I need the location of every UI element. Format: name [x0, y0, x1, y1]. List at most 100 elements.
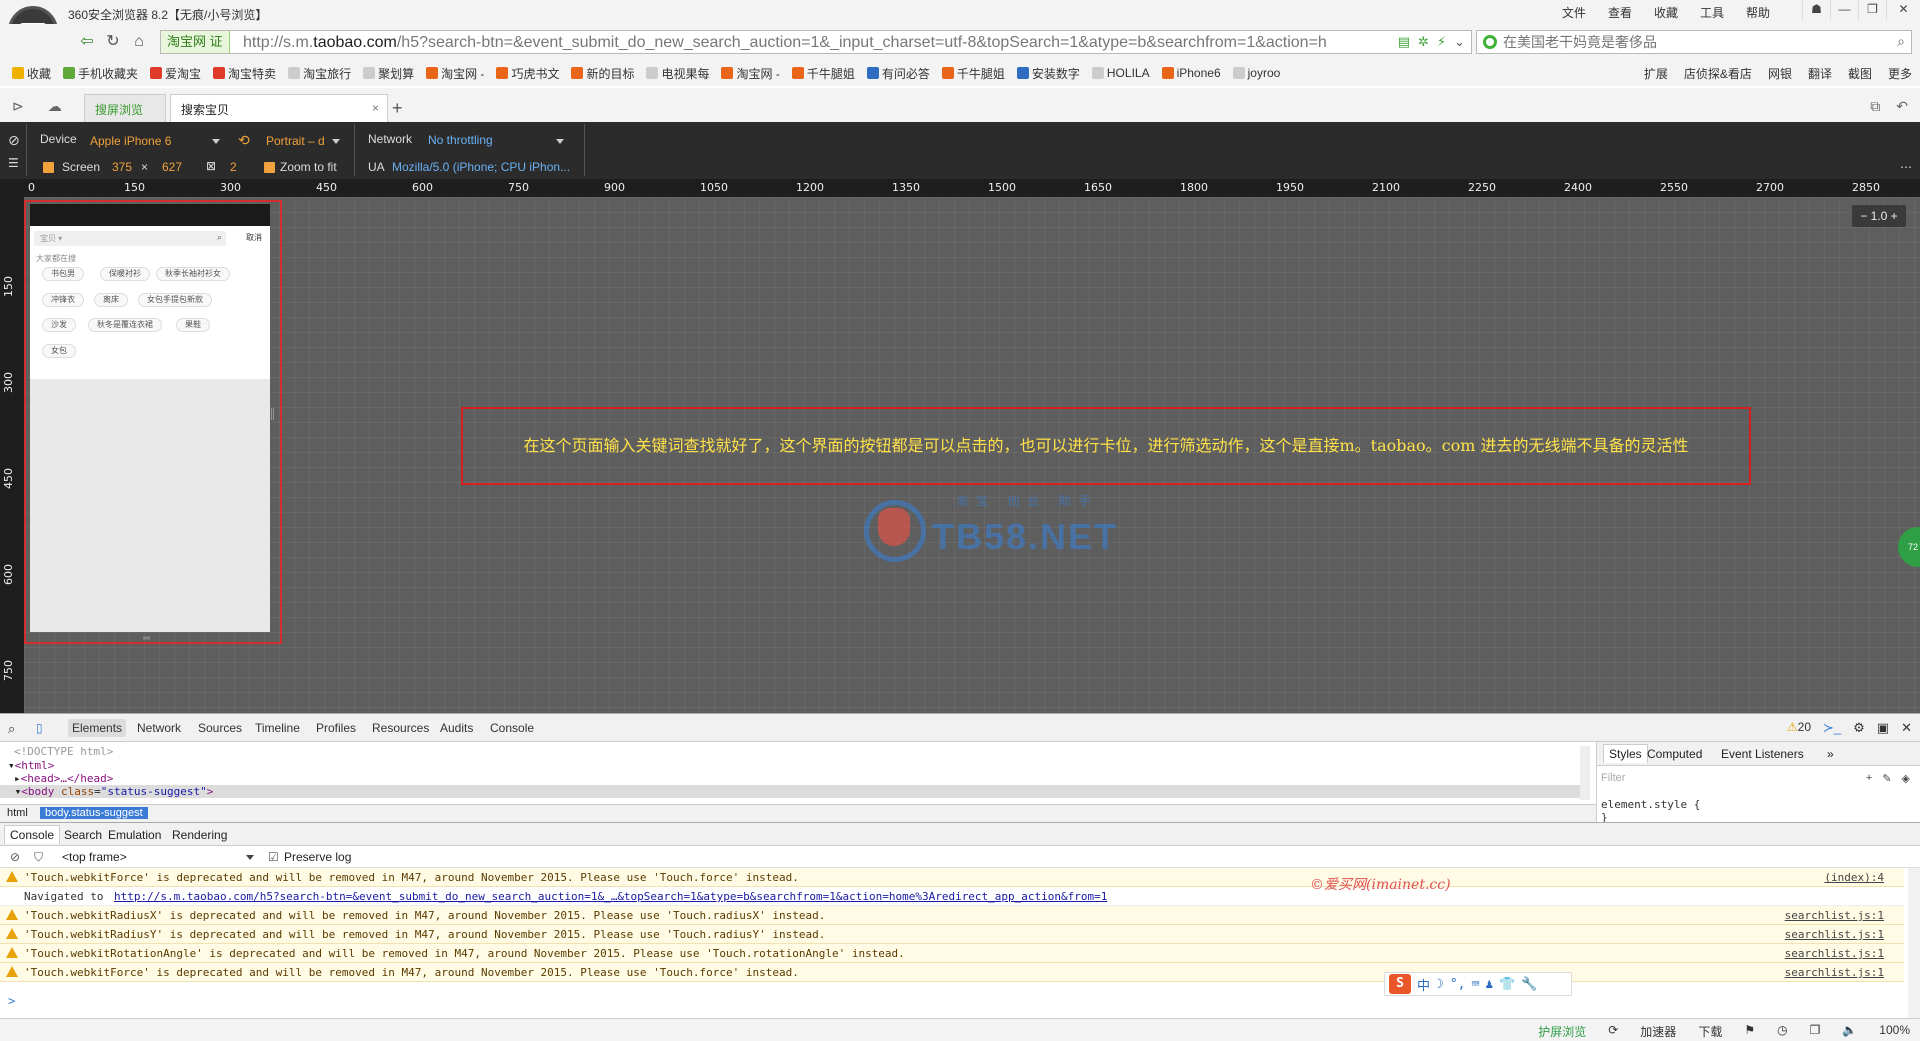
bookmark-item[interactable]: iPhone6 [1161, 66, 1221, 80]
console-message[interactable]: 'Touch.webkitForce' is deprecated and wi… [0, 868, 1904, 887]
clear-console-icon[interactable]: ⊘ [10, 850, 20, 864]
swap-dimensions-icon[interactable]: ⊠ [206, 159, 216, 173]
dom-node[interactable]: ▾<html> [8, 759, 54, 772]
dom-node-selected[interactable]: ▾<body class="status-suggest"> [0, 785, 1580, 798]
console-drawer-icon[interactable]: ≻_ [1823, 720, 1841, 736]
device-pixel-ratio[interactable]: 2 [230, 160, 237, 174]
sogou-ime-icon[interactable]: S [1389, 974, 1411, 994]
dock-icon[interactable]: ▣ [1877, 720, 1889, 736]
site-verified-badge[interactable]: 淘宝网 证 [161, 31, 230, 53]
console-source-link[interactable]: searchlist.js:1 [1785, 909, 1884, 922]
zoom-level[interactable]: 100% [1879, 1023, 1910, 1040]
console-message[interactable]: 'Touch.webkitForce' is deprecated and wi… [0, 963, 1904, 982]
bookmark-item[interactable]: 新的目标 [571, 65, 634, 82]
search-box[interactable]: ⌕ [1476, 30, 1912, 54]
tab-elements[interactable]: Elements [68, 719, 127, 737]
console-source-link[interactable]: searchlist.js:1 [1785, 928, 1884, 941]
hot-search-chip[interactable]: 秋冬是覆连衣裙 [88, 318, 162, 332]
breadcrumb-html[interactable]: html [2, 807, 33, 819]
settings-icon[interactable]: ⚙ [1853, 720, 1865, 736]
scrollbar[interactable] [1908, 868, 1920, 1018]
more-icon[interactable]: ⋯ [1900, 160, 1912, 174]
refresh-icon[interactable]: ↻ [102, 32, 124, 52]
device-select[interactable]: Apple iPhone 6 [90, 134, 171, 148]
frame-dropdown-icon[interactable] [246, 855, 254, 860]
tab-resources[interactable]: Resources [372, 721, 429, 735]
ime-user-icon[interactable]: ♟ [1485, 977, 1493, 992]
resize-handle-icon[interactable]: ═ [143, 633, 150, 644]
close-tab-icon[interactable]: × [372, 101, 379, 115]
address-bar[interactable]: 淘宝网 证 http://s.m.taobao.com/h5?search-bt… [160, 30, 1472, 54]
side-float-badge[interactable]: 72 [1898, 527, 1920, 567]
bookmark-item[interactable]: 淘宝网 - [426, 65, 484, 82]
color-picker-icon[interactable]: ◈ [1902, 772, 1910, 785]
bookmark-item[interactable]: 安装数字 [1016, 65, 1080, 82]
ebank-button[interactable]: 网银 [1768, 65, 1792, 82]
console-message[interactable]: 'Touch.webkitRadiusX' is deprecated and … [0, 906, 1904, 925]
bookmark-item[interactable]: 淘宝特卖 [213, 65, 276, 82]
search-icon[interactable]: ⌕ [217, 232, 222, 243]
frame-select[interactable]: <top frame> [62, 850, 127, 864]
screenshot-button[interactable]: 截图 [1848, 65, 1872, 82]
new-tab-button[interactable]: + [392, 98, 403, 119]
drawer-tab-search[interactable]: Search [64, 828, 102, 842]
screen-checkbox[interactable] [43, 162, 54, 173]
bookmark-item[interactable]: 爱淘宝 [150, 65, 201, 82]
menu-favorites[interactable]: 收藏 [1654, 4, 1678, 21]
inspect-icon[interactable]: ⌕ [8, 721, 15, 737]
translate-button[interactable]: 翻译 [1808, 65, 1832, 82]
hot-search-chip[interactable]: 秋季长袖衬衫女 [156, 267, 230, 281]
close-button[interactable]: ✕ [1886, 0, 1920, 20]
gear-icon[interactable]: ✲ [1418, 34, 1429, 50]
drawer-tab-console[interactable]: Console [4, 825, 61, 844]
hot-search-chip[interactable]: 书包男 [42, 267, 84, 281]
bookmark-item[interactable]: 千牛腿姐 [941, 65, 1005, 82]
restore-tab-icon[interactable]: ⧉ [1870, 98, 1880, 115]
bookmark-item[interactable]: 有问必答 [866, 65, 930, 82]
menu-help[interactable]: 帮助 [1746, 4, 1770, 21]
window-icon[interactable]: ❐ [1810, 1023, 1821, 1040]
tab-search-product[interactable]: 搜索宝贝 × [170, 94, 388, 123]
maximize-button[interactable]: ❐ [1858, 0, 1886, 20]
extensions-button[interactable]: 扩展 [1644, 65, 1668, 82]
menu-view[interactable]: 查看 [1608, 4, 1632, 21]
navigated-url-link[interactable]: http://s.m.taobao.com/h5?search-btn=&eve… [114, 890, 1107, 903]
dom-node[interactable]: <!DOCTYPE html> [14, 745, 113, 758]
ime-tools-icon[interactable]: 🔧 [1521, 977, 1537, 992]
bookmark-item[interactable]: 淘宝旅行 [288, 65, 351, 82]
tab-sources[interactable]: Sources [198, 721, 242, 735]
lightning-icon[interactable]: ⚡ [1437, 34, 1446, 50]
console-message[interactable]: 'Touch.webkitRotationAngle' is deprecate… [0, 944, 1904, 963]
chevron-down-icon[interactable]: ⌄ [1454, 34, 1465, 50]
tab-network[interactable]: Network [137, 721, 181, 735]
tab-event-listeners[interactable]: Event Listeners [1721, 747, 1804, 761]
warning-count[interactable]: ⚠20 [1787, 720, 1811, 736]
drawer-tab-emulation[interactable]: Emulation [108, 828, 161, 842]
back-icon[interactable]: ⇦ [76, 32, 98, 52]
search-input[interactable] [1503, 33, 1883, 51]
sidebar-toggle-icon[interactable]: ⊳ [12, 98, 24, 115]
bookmark-item[interactable]: HOLILA [1091, 66, 1150, 80]
ime-chinese-toggle[interactable]: 中 [1417, 975, 1430, 994]
search-icon[interactable]: ⌕ [1897, 33, 1905, 50]
hot-search-chip[interactable]: 冲锋衣 [42, 293, 84, 307]
bookmark-item[interactable]: 手机收藏夹 [63, 65, 138, 82]
bookmark-item[interactable]: 聚划算 [363, 65, 414, 82]
hot-search-chip[interactable]: 女包 [42, 344, 76, 358]
filter-icon[interactable]: ⛉ [34, 850, 43, 865]
hot-search-chip[interactable]: 果鞋 [176, 318, 210, 332]
phone-search-input[interactable]: 宝贝 ▾ ⌕ [34, 231, 226, 246]
tab-profiles[interactable]: Profiles [316, 721, 356, 735]
console-source-link[interactable]: searchlist.js:1 [1785, 947, 1884, 960]
add-rule-icon[interactable]: + [1866, 772, 1872, 785]
clock-icon[interactable]: ◷ [1777, 1023, 1787, 1040]
bookmark-item[interactable]: 巧虎书文 [496, 65, 559, 82]
zoom-to-fit-checkbox[interactable] [264, 162, 275, 173]
reader-icon[interactable]: ▤ [1398, 34, 1410, 50]
search-engine-icon[interactable] [1483, 35, 1497, 49]
hot-search-chip[interactable]: 离床 [94, 293, 128, 307]
tab-computed[interactable]: Computed [1647, 747, 1702, 761]
cloud-icon[interactable]: ☁ [48, 98, 62, 115]
device-mode-icon[interactable]: ▯ [36, 721, 43, 735]
drawer-tab-rendering[interactable]: Rendering [172, 828, 227, 842]
